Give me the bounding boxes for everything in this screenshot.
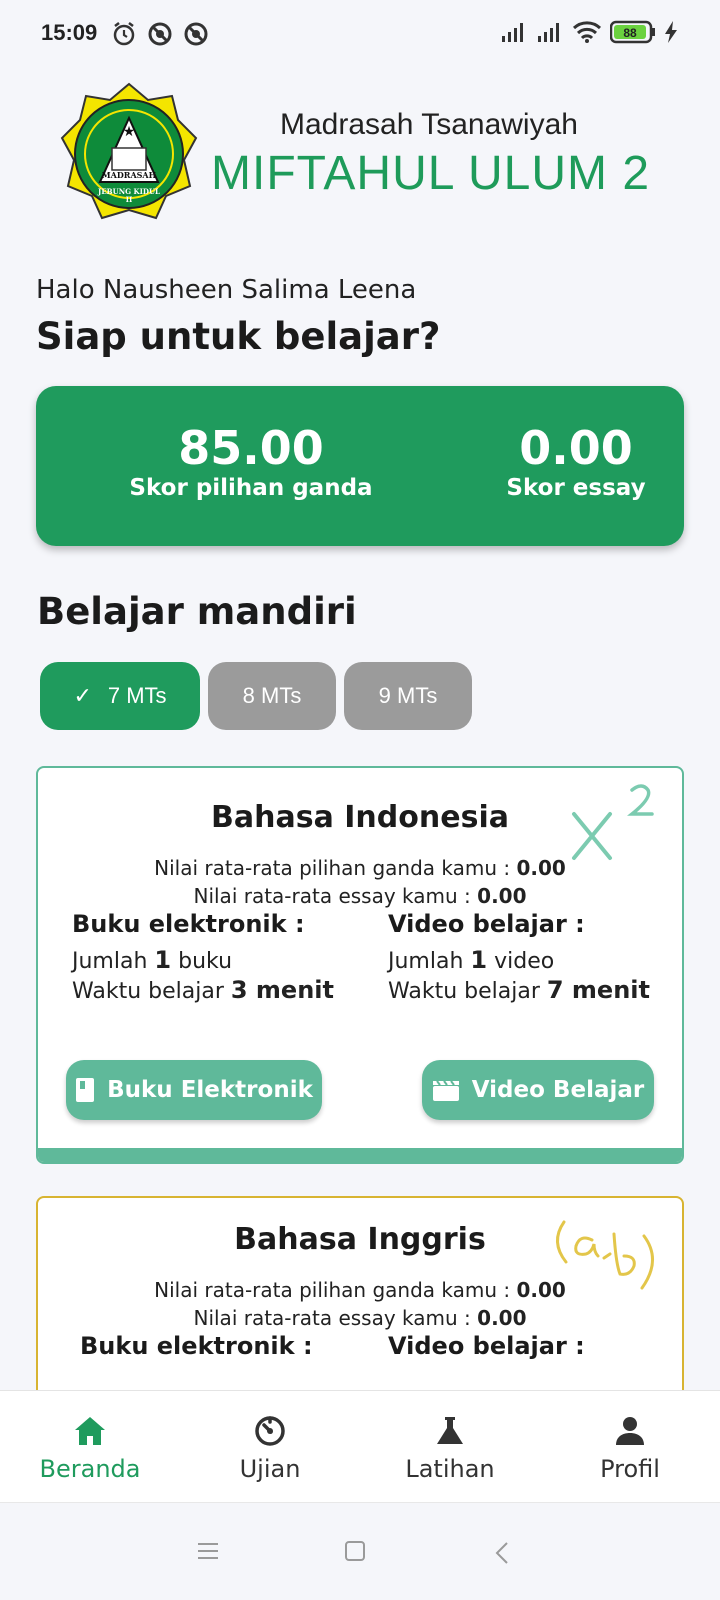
average-essay: Nilai rata-rata essay kamu : 0.00 (38, 1306, 682, 1330)
video-time-value: 7 menit (546, 976, 650, 1004)
video-count-suffix: video (487, 949, 555, 974)
video-count-value: 1 (470, 946, 488, 974)
greeting-text: Halo Nausheen Salima Leena (36, 275, 417, 305)
essay-score-value: 0.00 (519, 421, 633, 475)
video-time: Waktu belajar 7 menit (388, 976, 650, 1004)
average-essay-value: 0.00 (477, 1306, 527, 1330)
multiple-choice-score-value: 85.00 (178, 421, 324, 475)
charging-icon (665, 21, 677, 43)
school-logo: ★ MADRASAH JEBUNG KIDUL II (60, 82, 198, 220)
video-count-prefix: Jumlah (388, 949, 471, 974)
subject-title: Bahasa Inggris (234, 1222, 486, 1257)
timer-icon (255, 1416, 285, 1446)
nav-label: Profil (600, 1455, 660, 1483)
video-section-title: Video belajar : (388, 1332, 585, 1360)
multiple-choice-score: 85.00 Skor pilihan ganda (106, 422, 396, 502)
grade-chip-8[interactable]: 8 MTs (208, 662, 336, 730)
multiple-choice-score-label: Skor pilihan ganda (129, 475, 373, 501)
grade-chip-9[interactable]: 9 MTs (344, 662, 472, 730)
ebook-time-prefix: Waktu belajar (72, 979, 231, 1004)
alarm-icon (113, 22, 135, 46)
average-essay-label: Nilai rata-rata essay kamu : (193, 884, 478, 908)
card-accent-bar (38, 1148, 682, 1162)
nav-latihan[interactable]: Latihan (360, 1411, 540, 1483)
flask-icon (437, 1417, 463, 1444)
nav-profil[interactable]: Profil (540, 1411, 720, 1483)
ebook-count-value: 1 (154, 946, 172, 974)
status-icons-right: 88 (500, 20, 678, 44)
ebook-count-prefix: Jumlah (72, 949, 155, 974)
book-icon (76, 1078, 95, 1102)
grade-chip-label: 7 MTs (107, 683, 167, 708)
logo-text: MADRASAH (102, 170, 157, 180)
essay-score: 0.00 Skor essay (436, 422, 716, 502)
video-button[interactable]: Video Belajar (422, 1060, 654, 1120)
average-multiple-choice-label: Nilai rata-rata pilihan ganda kamu : (154, 1278, 517, 1302)
school-subtitle: Madrasah Tsanawiyah (280, 108, 578, 141)
menu-icon[interactable] (196, 1541, 220, 1561)
average-multiple-choice-value: 0.00 (516, 1278, 566, 1302)
video-section-title: Video belajar : (388, 910, 585, 938)
ebook-section-title: Buku elektronik : (72, 910, 305, 938)
video-button-label: Video Belajar (471, 1077, 645, 1103)
nav-beranda[interactable]: Beranda (0, 1411, 180, 1483)
average-multiple-choice: Nilai rata-rata pilihan ganda kamu : 0.0… (38, 1278, 682, 1302)
nav-label: Beranda (39, 1455, 141, 1483)
average-multiple-choice-value: 0.00 (516, 856, 566, 880)
battery-icon: 88 (610, 20, 655, 44)
svg-text:★: ★ (123, 124, 136, 140)
ebook-button-label: Buku Elektronik (107, 1077, 313, 1103)
section-title: Belajar mandiri (37, 590, 357, 633)
back-icon[interactable] (494, 1541, 510, 1565)
grade-chip-label: 9 MTs (378, 683, 438, 708)
grade-chip-label: 8 MTs (242, 683, 302, 708)
nav-label: Ujian (239, 1455, 301, 1483)
ebook-button[interactable]: Buku Elektronik (66, 1060, 322, 1120)
status-time: 15:09 (41, 20, 98, 45)
ebook-time-value: 3 menit (230, 976, 334, 1004)
system-navigation (0, 1502, 720, 1600)
subject-title: Bahasa Indonesia (211, 800, 509, 835)
home-icon (75, 1417, 105, 1445)
average-multiple-choice: Nilai rata-rata pilihan ganda kamu : 0.0… (38, 856, 682, 880)
logo-num-text: II (126, 195, 133, 204)
wifi-icon (572, 21, 602, 43)
sync-off-icon (184, 22, 208, 46)
signal-icon (538, 23, 559, 42)
score-card: 85.00 Skor pilihan ganda 0.00 Skor essay (36, 386, 684, 546)
video-time-prefix: Waktu belajar (388, 979, 547, 1004)
person-icon (616, 1417, 644, 1445)
essay-score-label: Skor essay (506, 475, 646, 501)
page-headline: Siap untuk belajar? (36, 315, 441, 358)
nav-ujian[interactable]: Ujian (180, 1411, 360, 1483)
sync-off-icon (148, 22, 172, 46)
average-essay-label: Nilai rata-rata essay kamu : (193, 1306, 478, 1330)
check-icon: ✓ (73, 683, 92, 708)
subject-card-bahasa-indonesia: Bahasa Indonesia Nilai rata-rata pilihan… (36, 766, 684, 1164)
school-title: MIFTAHUL ULUM 2 (211, 147, 651, 200)
video-count: Jumlah 1 video (388, 946, 554, 974)
bottom-navigation: Beranda Ujian Latihan Profil (0, 1390, 720, 1502)
home-square-icon[interactable] (344, 1541, 366, 1563)
ebook-count: Jumlah 1 buku (72, 946, 232, 974)
ebook-count-suffix: buku (171, 949, 233, 974)
signal-icon (502, 23, 523, 42)
status-bar: 15:09 88 (0, 0, 720, 70)
battery-level: 88 (623, 26, 637, 40)
average-essay-value: 0.00 (477, 884, 527, 908)
status-icons-left (110, 20, 210, 48)
grade-chip-7[interactable]: ✓ 7 MTs (40, 662, 200, 730)
ebook-time: Waktu belajar 3 menit (72, 976, 334, 1004)
average-essay: Nilai rata-rata essay kamu : 0.00 (38, 884, 682, 908)
clapperboard-icon (432, 1080, 459, 1101)
nav-label: Latihan (405, 1455, 495, 1483)
average-multiple-choice-label: Nilai rata-rata pilihan ganda kamu : (154, 856, 517, 880)
ebook-section-title: Buku elektronik : (80, 1332, 313, 1360)
